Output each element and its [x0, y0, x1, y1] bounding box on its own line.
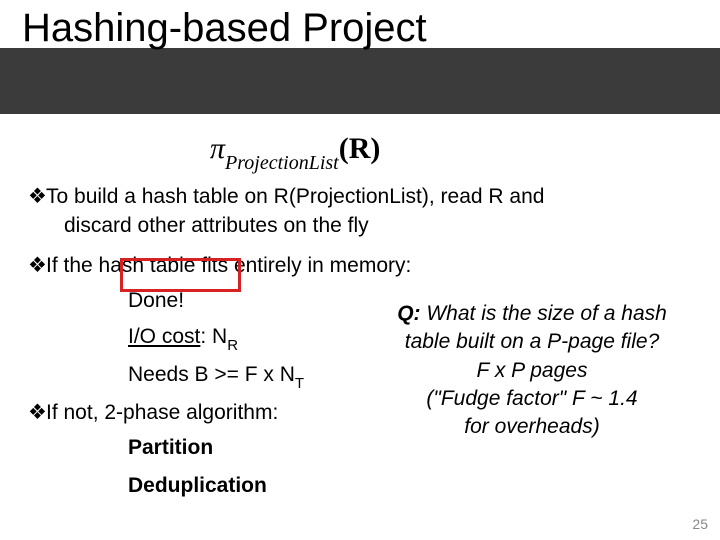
callout-line4a: ("Fudge factor" F ~ 1.4: [426, 387, 637, 410]
highlight-rectangle: [120, 258, 241, 292]
needs-sub: T: [295, 375, 304, 392]
callout-q-label: Q:: [397, 302, 420, 325]
bullet-icon: ❖: [28, 182, 46, 211]
bullet-1-cont: discard other attributes on the fly: [28, 211, 698, 240]
projection-formula: πProjectionList(R): [210, 132, 380, 171]
formula-subscript: ProjectionList: [225, 152, 339, 174]
page-number: 25: [692, 516, 708, 532]
callout-line2: table built on a P-page file?: [405, 330, 660, 353]
callout-line4b: for overheads): [464, 415, 599, 438]
callout-box: Q: What is the size of a hash table buil…: [362, 300, 702, 442]
bullet-icon: ❖: [28, 398, 46, 427]
bullet-1: ❖To build a hash table on R(ProjectionLi…: [28, 182, 698, 211]
formula-arg: (R): [339, 132, 381, 165]
bullet-1-line1: To build a hash table on R(ProjectionLis…: [46, 185, 544, 208]
bullet-3-text: If not, 2-phase algorithm:: [46, 401, 278, 424]
pi-symbol: π: [210, 132, 225, 165]
io-cost-sub: R: [227, 337, 238, 354]
bullet-3b: Deduplication: [28, 471, 698, 500]
slide: Hashing-based Project πProjectionList(R)…: [0, 0, 720, 540]
callout-line3: F x P pages: [477, 359, 588, 382]
callout-line1: What is the size of a hash: [421, 302, 667, 325]
io-cost-label: I/O cost: [128, 325, 200, 348]
bullet-icon: ❖: [28, 251, 46, 280]
io-cost-value: : N: [200, 325, 227, 348]
needs-text: Needs B >= F x N: [128, 363, 295, 386]
slide-title: Hashing-based Project: [22, 6, 427, 51]
title-bar: [0, 48, 720, 114]
